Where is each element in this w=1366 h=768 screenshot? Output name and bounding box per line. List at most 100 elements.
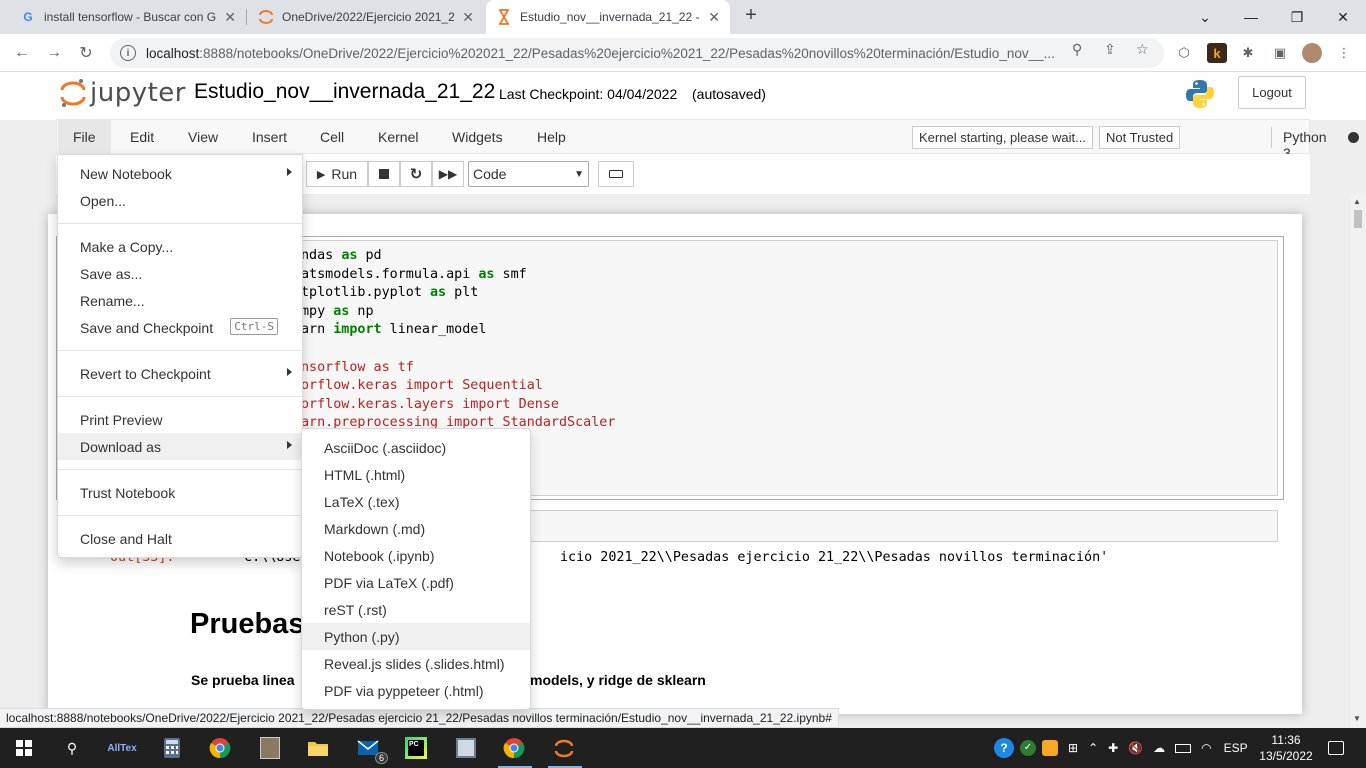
file-menu-item-print-preview[interactable]: Print Preview <box>58 406 302 433</box>
search-icon[interactable]: ⚲ <box>58 734 86 762</box>
download-item-reveal-js-slides-slides-html[interactable]: Reveal.js slides (.slides.html) <box>302 650 530 677</box>
bookmark-star-icon[interactable]: ☆ <box>1136 41 1149 58</box>
download-item-rest-rst[interactable]: reST (.rst) <box>302 596 530 623</box>
menu-help[interactable]: Help <box>522 120 581 153</box>
cell-type-select[interactable]: Code ▼ <box>468 161 589 187</box>
forward-arrow-icon[interactable]: → <box>43 42 65 64</box>
wifi-icon[interactable]: ◠ <box>1201 741 1211 755</box>
volume-muted-icon[interactable]: 🔇 <box>1128 741 1143 755</box>
file-menu-item-save-and-checkpoint[interactable]: Save and Checkpoint Ctrl-S <box>58 314 302 341</box>
code-line: ndas as pd <box>301 247 615 266</box>
mail-icon[interactable]: 6 <box>354 734 388 764</box>
download-item-pdf-via-pyppeteer-html[interactable]: PDF via pyppeteer (.html) <box>302 677 530 704</box>
download-item-pdf-via-latex-pdf[interactable]: PDF via LaTeX (.pdf) <box>302 569 530 596</box>
browser-tab-google[interactable]: G install tensorflow - Buscar con Go ✕ <box>10 0 246 34</box>
jupyter-taskbar-icon[interactable] <box>550 734 578 762</box>
share-icon[interactable]: ⇪ <box>1104 41 1116 58</box>
tab-search-icon[interactable]: ⌄ <box>1182 0 1228 34</box>
file-menu-item-rename[interactable]: Rename... <box>58 287 302 314</box>
menu-cell[interactable]: Cell <box>305 120 359 153</box>
file-menu-item-download-as[interactable]: Download as <box>58 433 302 460</box>
chrome-running-icon[interactable] <box>500 734 528 762</box>
page-scrollbar[interactable]: ▲ ▼ <box>1350 194 1366 728</box>
close-icon[interactable]: ✕ <box>224 9 236 26</box>
window-close-icon[interactable]: ✕ <box>1320 0 1366 34</box>
address-input[interactable]: i localhost:8888/notebooks/OneDrive/2022… <box>110 38 1164 68</box>
minimize-icon[interactable]: — <box>1228 0 1274 34</box>
browser-tab-onedrive[interactable]: OneDrive/2022/Ejercicio 2021_22/ ✕ <box>248 0 484 34</box>
interrupt-button[interactable] <box>368 161 400 187</box>
file-menu-item-make-a-copy[interactable]: Make a Copy... <box>58 233 302 260</box>
file-menu-item-close-and-halt[interactable]: Close and Halt <box>58 525 302 552</box>
notebook-name[interactable]: Estudio_nov__invernada_21_22 <box>194 80 495 104</box>
scroll-up-icon[interactable]: ▲ <box>1353 197 1361 206</box>
file-menu-item-save-as[interactable]: Save as... <box>58 260 302 287</box>
code-editor[interactable]: ndas as pd atsmodels.formula.api as smf tp… <box>301 247 615 433</box>
close-icon[interactable]: ✕ <box>462 9 474 26</box>
restart-run-all-button[interactable]: ▶▶ <box>432 161 464 187</box>
menu-kernel[interactable]: Kernel <box>363 120 433 153</box>
hourglass-icon <box>496 9 512 25</box>
check-icon[interactable]: ✓ <box>1020 740 1036 756</box>
reload-icon[interactable]: ↻ <box>75 42 97 64</box>
control-panel-icon[interactable] <box>452 734 480 762</box>
file-menu-item-revert-to-checkpoint[interactable]: Revert to Checkpoint <box>58 360 302 387</box>
back-arrow-icon[interactable]: ← <box>11 42 33 64</box>
help-icon[interactable]: ? <box>994 738 1014 758</box>
restore-icon[interactable]: ❐ <box>1274 0 1320 34</box>
chevron-up-icon[interactable]: ⌃ <box>1088 741 1098 755</box>
trust-status-button[interactable]: Not Trusted <box>1099 126 1181 149</box>
new-tab-icon[interactable]: + <box>738 4 764 27</box>
windows-start-icon[interactable] <box>10 734 38 762</box>
file-menu-item-trust-notebook[interactable]: Trust Notebook <box>58 479 302 506</box>
logout-button[interactable]: Logout <box>1238 76 1306 109</box>
browser-tab-notebook[interactable]: Estudio_nov__invernada_21_22 - ✕ <box>486 0 730 34</box>
chrome-icon[interactable] <box>206 734 234 762</box>
file-menu-item-open[interactable]: Open... <box>58 187 302 214</box>
menu-edit[interactable]: Edit <box>115 120 169 153</box>
download-item-markdown-md[interactable]: Markdown (.md) <box>302 515 530 542</box>
menu-view[interactable]: View <box>173 120 233 153</box>
menu-insert[interactable]: Insert <box>237 120 302 153</box>
scrollbar-thumb[interactable] <box>1354 210 1362 228</box>
menu-item-label: Save and Checkpoint <box>80 319 214 336</box>
download-item-notebook-ipynb[interactable]: Notebook (.ipynb) <box>302 542 530 569</box>
file-explorer-icon[interactable] <box>304 734 332 762</box>
download-item-asciidoc-asciidoc[interactable]: AsciiDoc (.asciidoc) <box>302 434 530 461</box>
download-item-python-py[interactable]: Python (.py) <box>302 623 530 650</box>
download-item-latex-tex[interactable]: LaTeX (.tex) <box>302 488 530 515</box>
browser-tab-strip: G install tensorflow - Buscar con Go ✕ O… <box>0 0 1366 34</box>
alltex-app-icon[interactable]: AllTex <box>107 734 136 762</box>
k-extension-icon[interactable]: k <box>1207 43 1227 63</box>
extension-puzzle-icon[interactable]: ⬡ <box>1174 43 1194 63</box>
close-icon[interactable]: ✕ <box>708 9 720 26</box>
download-item-html-html[interactable]: HTML (.html) <box>302 461 530 488</box>
extensions-icon[interactable]: ✱ <box>1238 43 1258 63</box>
pycharm-icon[interactable]: PC <box>402 734 430 762</box>
code-token: mpy <box>301 303 334 319</box>
zoom-icon[interactable]: ⚲ <box>1072 41 1082 58</box>
command-palette-button[interactable] <box>598 161 634 187</box>
code-token: pd <box>357 248 382 263</box>
battery-icon[interactable] <box>1175 743 1192 753</box>
run-button[interactable]: ▶ Run <box>306 161 368 187</box>
restart-button[interactable]: ↻ <box>400 161 432 187</box>
app-icon[interactable] <box>256 734 284 762</box>
defender-icon[interactable]: ✚ <box>1108 741 1118 755</box>
side-panel-icon[interactable]: ▣ <box>1270 43 1290 63</box>
menu-file[interactable]: File <box>58 120 111 153</box>
browser-menu-icon[interactable]: ⋮ <box>1334 43 1354 63</box>
file-menu-item-new-notebook[interactable]: New Notebook <box>58 160 302 187</box>
jupyter-logo[interactable]: jupyter <box>60 78 186 108</box>
menu-widgets[interactable]: Widgets <box>437 120 518 153</box>
security-icon[interactable] <box>1042 740 1058 756</box>
notifications-icon[interactable] <box>1322 734 1350 762</box>
language-indicator[interactable]: ESP <box>1224 741 1248 755</box>
system-clock[interactable]: 11:36 13/5/2022 <box>1256 732 1316 764</box>
scroll-down-icon[interactable]: ▼ <box>1353 714 1361 723</box>
cloud-icon[interactable]: ☁ <box>1153 741 1165 755</box>
profile-avatar[interactable] <box>1302 43 1322 63</box>
network-tray-icon[interactable]: ⊞ <box>1068 741 1078 755</box>
site-info-icon[interactable]: i <box>120 45 136 61</box>
calculator-icon[interactable] <box>158 734 186 762</box>
